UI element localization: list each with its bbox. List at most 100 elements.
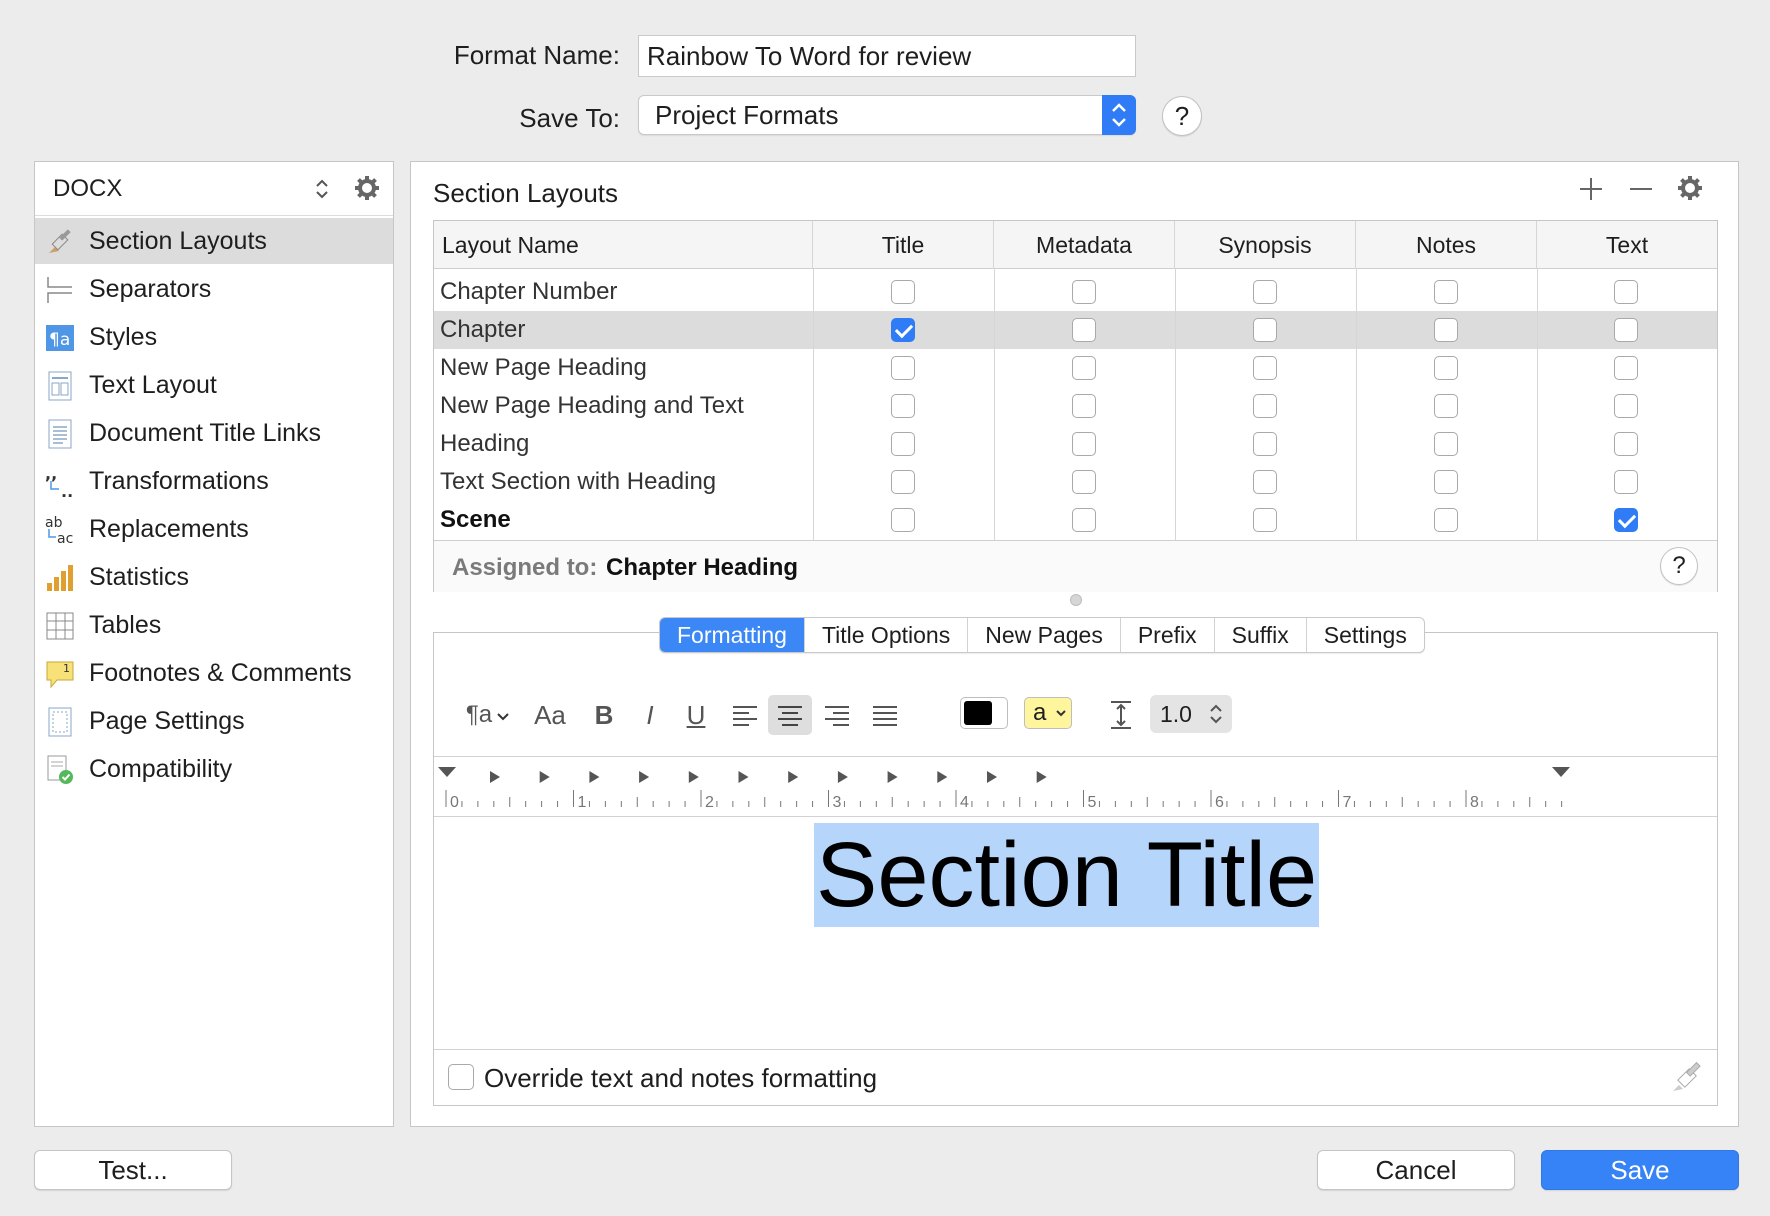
- table-row[interactable]: Chapter: [434, 311, 1717, 349]
- align-right-icon[interactable]: [816, 695, 858, 735]
- row-checkbox-metadata[interactable]: [1072, 508, 1096, 532]
- align-justify-icon[interactable]: [864, 695, 906, 735]
- test-button[interactable]: Test...: [34, 1150, 232, 1190]
- row-checkbox-metadata[interactable]: [1072, 280, 1096, 304]
- row-checkbox-text[interactable]: [1614, 432, 1638, 456]
- row-checkbox-metadata[interactable]: [1072, 356, 1096, 380]
- row-checkbox-synopsis[interactable]: [1253, 280, 1277, 304]
- tab-settings[interactable]: Settings: [1307, 618, 1424, 652]
- italic-button[interactable]: I: [632, 695, 668, 735]
- row-checkbox-notes[interactable]: [1434, 508, 1458, 532]
- chevron-down-icon: [993, 710, 1003, 717]
- table-row[interactable]: Scene: [434, 501, 1717, 539]
- row-checkbox-title[interactable]: [891, 318, 915, 342]
- sidebar-item-statistics[interactable]: Statistics: [35, 554, 393, 600]
- row-checkbox-synopsis[interactable]: [1253, 318, 1277, 342]
- format-name-input[interactable]: Rainbow To Word for review: [638, 35, 1136, 77]
- tab-title-options[interactable]: Title Options: [805, 618, 969, 652]
- split-view-handle[interactable]: [1070, 594, 1082, 606]
- tab-formatting[interactable]: Formatting: [660, 618, 805, 652]
- row-checkbox-notes[interactable]: [1434, 356, 1458, 380]
- sidebar-item-page-settings[interactable]: Page Settings: [35, 698, 393, 744]
- table-row[interactable]: New Page Heading: [434, 349, 1717, 387]
- row-checkbox-text[interactable]: [1614, 356, 1638, 380]
- row-checkbox-text[interactable]: [1614, 508, 1638, 532]
- row-checkbox-notes[interactable]: [1434, 318, 1458, 342]
- svg-text:,,: ,,: [45, 467, 57, 483]
- row-checkbox-synopsis[interactable]: [1253, 432, 1277, 456]
- row-checkbox-synopsis[interactable]: [1253, 470, 1277, 494]
- preview-text-area[interactable]: Section Title: [434, 817, 1717, 1049]
- column-header-text[interactable]: Text: [1537, 221, 1717, 269]
- add-icon[interactable]: [1578, 176, 1604, 207]
- row-checkbox-title[interactable]: [891, 394, 915, 418]
- gear-icon[interactable]: [353, 174, 381, 207]
- highlight-color-well[interactable]: a: [1024, 697, 1072, 729]
- row-checkbox-metadata[interactable]: [1072, 470, 1096, 494]
- tab-suffix[interactable]: Suffix: [1215, 618, 1307, 652]
- line-spacing-stepper[interactable]: 1.0: [1150, 695, 1232, 733]
- sidebar-item-styles[interactable]: ¶a Styles: [35, 314, 393, 360]
- row-checkbox-text[interactable]: [1614, 394, 1638, 418]
- row-checkbox-notes[interactable]: [1434, 280, 1458, 304]
- sidebar-item-text-layout[interactable]: Text Layout: [35, 362, 393, 408]
- column-header-metadata[interactable]: Metadata: [994, 221, 1175, 269]
- row-checkbox-title[interactable]: [891, 356, 915, 380]
- row-checkbox-title[interactable]: [891, 432, 915, 456]
- sidebar-item-separators[interactable]: Separators: [35, 266, 393, 312]
- row-checkbox-title[interactable]: [891, 508, 915, 532]
- row-checkbox-notes[interactable]: [1434, 470, 1458, 494]
- table-row[interactable]: Chapter Number: [434, 273, 1717, 311]
- brush-icon[interactable]: [1670, 1060, 1704, 1099]
- align-center-icon[interactable]: [768, 695, 812, 735]
- row-checkbox-synopsis[interactable]: [1253, 394, 1277, 418]
- table-row[interactable]: New Page Heading and Text: [434, 387, 1717, 425]
- preview-section-title[interactable]: Section Title: [814, 823, 1320, 927]
- sidebar-item-compatibility[interactable]: Compatibility: [35, 746, 393, 792]
- row-checkbox-metadata[interactable]: [1072, 432, 1096, 456]
- cancel-button[interactable]: Cancel: [1317, 1150, 1515, 1190]
- tab-new-pages[interactable]: New Pages: [968, 618, 1121, 652]
- sidebar-item-document-title-links[interactable]: Document Title Links: [35, 410, 393, 456]
- column-header-layout-name[interactable]: Layout Name: [434, 221, 813, 269]
- text-color-well[interactable]: [960, 697, 1008, 729]
- table-row[interactable]: Text Section with Heading: [434, 463, 1717, 501]
- sidebar-item-transformations[interactable]: ,,,, Transformations: [35, 458, 393, 504]
- save-to-popup[interactable]: Project Formats: [638, 95, 1136, 135]
- bold-button[interactable]: B: [586, 695, 622, 735]
- underline-button[interactable]: U: [678, 695, 714, 735]
- column-header-title[interactable]: Title: [813, 221, 994, 269]
- row-checkbox-synopsis[interactable]: [1253, 356, 1277, 380]
- override-checkbox[interactable]: [448, 1064, 474, 1090]
- font-panel-button[interactable]: Aa: [530, 695, 570, 735]
- row-checkbox-text[interactable]: [1614, 470, 1638, 494]
- gear-icon[interactable]: [1676, 174, 1704, 207]
- sidebar-item-footnotes-comments[interactable]: 1 Footnotes & Comments: [35, 650, 393, 696]
- row-checkbox-metadata[interactable]: [1072, 318, 1096, 342]
- sidebar-item-replacements[interactable]: ab ac Replacements: [35, 506, 393, 552]
- row-checkbox-text[interactable]: [1614, 280, 1638, 304]
- row-checkbox-notes[interactable]: [1434, 394, 1458, 418]
- tab-prefix[interactable]: Prefix: [1121, 618, 1215, 652]
- column-header-notes[interactable]: Notes: [1356, 221, 1537, 269]
- save-button[interactable]: Save: [1541, 1150, 1739, 1190]
- sidebar-item-section-layouts[interactable]: Section Layouts: [35, 218, 393, 264]
- row-checkbox-title[interactable]: [891, 470, 915, 494]
- svg-text:ab: ab: [45, 515, 63, 531]
- row-checkbox-metadata[interactable]: [1072, 394, 1096, 418]
- sidebar-item-tables[interactable]: Tables: [35, 602, 393, 648]
- format-type-popup[interactable]: DOCX: [35, 162, 393, 216]
- ruler[interactable]: 0 1 2 3 4 5 6 7 8: [434, 757, 1717, 817]
- row-checkbox-text[interactable]: [1614, 318, 1638, 342]
- row-checkbox-notes[interactable]: [1434, 432, 1458, 456]
- row-checkbox-synopsis[interactable]: [1253, 508, 1277, 532]
- column-header-synopsis[interactable]: Synopsis: [1175, 221, 1356, 269]
- table-row[interactable]: Heading: [434, 425, 1717, 463]
- align-left-icon[interactable]: [724, 695, 766, 735]
- help-button[interactable]: ?: [1660, 547, 1698, 585]
- remove-icon[interactable]: [1628, 176, 1654, 207]
- paragraph-style-menu[interactable]: ¶a: [460, 695, 516, 735]
- help-button[interactable]: ?: [1162, 96, 1202, 136]
- assigned-to-bar: Assigned to: Chapter Heading ?: [434, 540, 1717, 592]
- row-checkbox-title[interactable]: [891, 280, 915, 304]
